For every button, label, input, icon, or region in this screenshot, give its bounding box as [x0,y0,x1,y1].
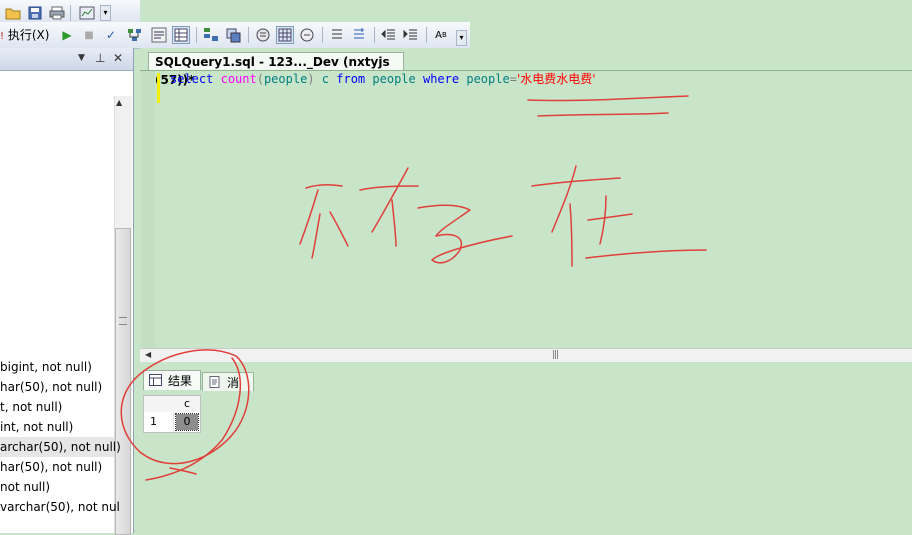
splitter-grip-icon[interactable]: ||| [552,350,559,360]
results-to-grid-icon[interactable] [172,26,190,44]
tab-messages[interactable]: 消息 [202,372,254,410]
list-item[interactable]: har(50), not null) [0,457,102,477]
query-editor[interactable] [140,48,912,348]
dropdown-icon[interactable]: ▼ [78,53,85,63]
debug-icon[interactable]: ▶ [58,26,76,44]
parse-icon[interactable]: ✓ [102,26,120,44]
object-explorer-header: ▼ ⊥ ✕ [0,48,133,71]
results-grid-toggle-icon[interactable] [276,26,294,44]
toolbar2-overflow-icon[interactable]: ▾ [456,30,467,46]
result-cell[interactable]: 0 [175,413,199,431]
print-icon[interactable] [48,4,66,22]
uncomment-lines-icon[interactable] [350,26,368,44]
results-to-text-icon[interactable] [254,26,272,44]
sql-editor-toolbar: ! 执行(X) ▶ ■ ✓ AB ▾ [0,22,470,49]
estimated-plan-icon[interactable] [126,26,144,44]
tab-results[interactable]: 结果 [143,370,201,390]
list-item[interactable]: bigint, not null) [0,357,92,377]
query-options-icon[interactable] [150,26,168,44]
save-icon[interactable] [26,4,44,22]
results-to-file-icon[interactable] [298,26,316,44]
list-item[interactable]: har(50), not null) [0,377,102,397]
results-grid[interactable]: c 1 0 [143,395,201,433]
sql-text[interactable]: select count(people) c from people where… [170,72,596,86]
toolbar-overflow-icon[interactable]: ▾ [100,5,111,21]
standard-toolbar: ▾ [0,0,140,23]
pin-icon[interactable]: ⊥ [95,51,105,65]
decrease-indent-icon[interactable] [380,26,398,44]
increase-indent-icon[interactable] [402,26,420,44]
results-tabs: 结果 消息 [140,362,912,410]
open-icon[interactable] [4,4,22,22]
grid-corner [144,396,175,412]
client-stats-icon[interactable] [224,26,242,44]
include-plan-icon[interactable] [202,26,220,44]
column-header[interactable]: c [174,396,200,412]
results-pane [140,392,912,533]
specify-values-icon[interactable]: AB [432,26,450,44]
stop-icon[interactable]: ■ [80,26,98,44]
change-marker [157,73,160,103]
row-number[interactable]: 1 [144,413,174,431]
grid-icon [149,374,162,386]
messages-icon [209,376,220,388]
comment-lines-icon[interactable] [328,26,346,44]
list-item[interactable]: not null) [0,477,50,497]
toolbar-empty-area [470,22,912,48]
scroll-left-icon[interactable]: ◀ [145,350,151,359]
tab-sqlquery1[interactable]: SQLQuery1.sql - 123..._Dev (nxtyjs (57))… [148,52,404,87]
list-item[interactable]: t, not null) [0,397,62,417]
report-icon[interactable] [78,4,96,22]
editor-hscrollbar[interactable] [140,348,912,363]
tab-underline [140,70,912,71]
list-item[interactable]: varchar(50), not nul [0,497,120,517]
scrollbar-thumb[interactable] [115,228,131,535]
editor-margin [141,71,155,348]
list-item-selected[interactable]: archar(50), not null) [0,437,121,457]
execute-icon: ! [0,31,5,42]
list-item[interactable]: int, not null) [0,417,73,437]
execute-button[interactable]: ! 执行(X) [0,26,49,46]
scroll-up-icon[interactable]: ▲ [116,98,122,107]
close-icon[interactable]: ✕ [113,51,123,65]
